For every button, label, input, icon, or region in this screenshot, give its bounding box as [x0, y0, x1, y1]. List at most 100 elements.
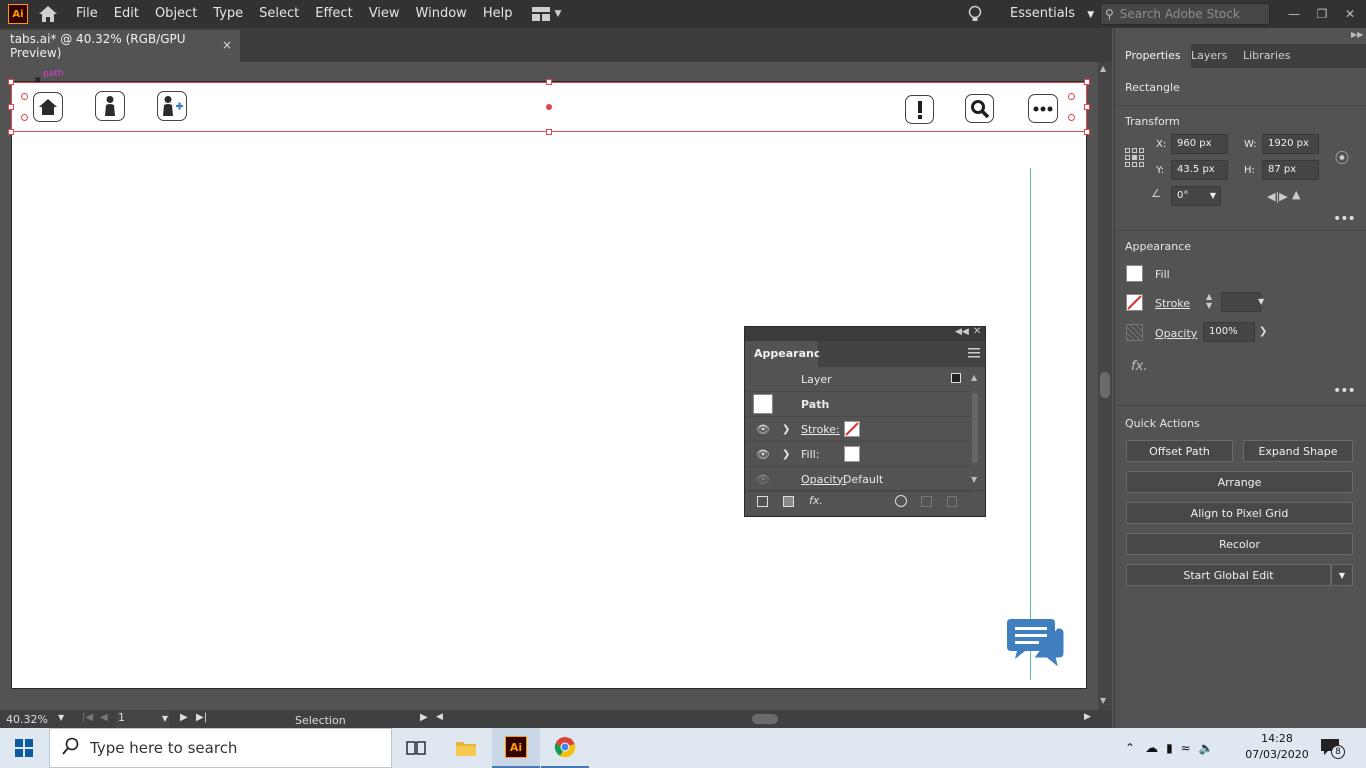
collapse-panel-icon[interactable]: ◀◀ — [955, 327, 969, 337]
handle-middle-right[interactable] — [1084, 104, 1090, 110]
handle-middle-left[interactable] — [8, 104, 14, 110]
prev-artboard-icon[interactable]: ◀ — [100, 712, 108, 723]
next-artboard-icon[interactable]: ▶ — [180, 712, 188, 723]
chrome-icon[interactable] — [541, 728, 589, 768]
menu-file[interactable]: File — [68, 0, 106, 28]
handle-top-right[interactable] — [1084, 79, 1090, 85]
fx-icon[interactable]: fx. — [1131, 359, 1147, 374]
expand-shape-button[interactable]: Expand Shape — [1243, 440, 1353, 462]
panel-menu-icon[interactable] — [968, 347, 980, 361]
menu-select[interactable]: Select — [251, 0, 307, 28]
w-field[interactable]: 1920 px — [1262, 134, 1319, 154]
volume-icon[interactable]: 🔈 — [1199, 741, 1214, 755]
handle-top-left[interactable] — [8, 79, 14, 85]
menu-object[interactable]: Object — [147, 0, 205, 28]
appearance-panel[interactable]: ◀◀ ✕ Appearance Layer Path 👁 ❯ Stroke: 👁… — [744, 326, 986, 517]
panel-scrollbar[interactable]: ▲ ▼ — [971, 373, 981, 485]
task-view-icon[interactable] — [392, 728, 440, 768]
alert-tab-icon[interactable] — [905, 95, 934, 124]
user-tab-icon[interactable] — [95, 91, 125, 121]
menu-window[interactable]: Window — [408, 0, 475, 28]
y-field[interactable]: 43.5 px — [1171, 160, 1228, 180]
wifi-icon[interactable]: ≈ — [1181, 741, 1191, 755]
scroll-right-icon[interactable]: ▶ — [1084, 712, 1091, 722]
layer-target-icon[interactable] — [951, 373, 961, 383]
opacity-field[interactable]: 100% — [1203, 322, 1255, 342]
h-field[interactable]: 87 px — [1262, 160, 1319, 180]
stroke-row[interactable]: 👁 ❯ Stroke: — [745, 417, 971, 442]
offset-path-button[interactable]: Offset Path — [1126, 440, 1233, 462]
opacity-row[interactable]: 👁 Opacity: Default — [745, 467, 971, 492]
more-options-icon[interactable]: ••• — [1333, 383, 1356, 399]
status-menu-icon[interactable]: ▶ — [420, 712, 428, 723]
rotate-field[interactable]: 0° ▼ — [1171, 186, 1221, 206]
eye-icon[interactable]: 👁 — [756, 423, 770, 436]
corner-widget[interactable] — [1068, 93, 1075, 100]
fill-swatch[interactable] — [1126, 265, 1143, 282]
x-field[interactable]: 960 px — [1171, 134, 1228, 154]
chevron-down-icon[interactable]: ▼ — [1210, 187, 1216, 205]
more-options-icon[interactable]: ••• — [1333, 211, 1356, 227]
arrange-documents-icon[interactable]: ▼ — [532, 7, 561, 21]
start-global-edit-button[interactable]: Start Global Edit — [1126, 564, 1331, 586]
tab-layers[interactable]: Layers — [1181, 44, 1237, 68]
opacity-label[interactable]: Opacity: — [801, 473, 846, 486]
panel-collapse-icon[interactable]: ▶▶ — [1351, 30, 1363, 39]
taskbar-search-box[interactable]: Type here to search — [49, 728, 392, 768]
corner-widget[interactable] — [21, 93, 28, 100]
chevron-right-icon[interactable]: ❯ — [782, 449, 790, 460]
scroll-left-icon[interactable]: ◀ — [436, 712, 443, 722]
illustrator-taskbar-icon[interactable]: Ai — [492, 728, 540, 768]
close-window-button[interactable]: ✕ — [1336, 0, 1364, 28]
eye-icon[interactable]: 👁 — [756, 473, 770, 486]
recolor-button[interactable]: Recolor — [1126, 533, 1353, 555]
last-artboard-icon[interactable]: ▶| — [196, 712, 207, 723]
stroke-swatch[interactable] — [1126, 294, 1143, 311]
fill-swatch[interactable] — [844, 446, 860, 462]
chevron-down-icon[interactable]: ▼ — [1258, 297, 1264, 306]
menu-type[interactable]: Type — [205, 0, 251, 28]
chevron-up-icon[interactable]: ⌃ — [1125, 741, 1135, 755]
tab-libraries[interactable]: Libraries — [1233, 44, 1301, 68]
chevron-down-icon[interactable]: ▼ — [162, 714, 168, 723]
path-row[interactable]: Path — [745, 392, 971, 417]
corner-widget[interactable] — [1068, 114, 1075, 121]
chevron-right-icon[interactable]: ❯ — [1259, 326, 1267, 337]
add-user-tab-icon[interactable] — [157, 91, 187, 121]
stock-search-input[interactable]: ⚲ Search Adobe Stock — [1100, 3, 1270, 25]
add-effect-icon[interactable]: fx. — [809, 494, 823, 507]
home-icon[interactable] — [28, 0, 68, 28]
lightbulb-icon[interactable] — [967, 5, 983, 26]
first-artboard-icon[interactable]: |◀ — [82, 712, 93, 723]
align-to-pixel-grid-button[interactable]: Align to Pixel Grid — [1126, 502, 1353, 524]
stroke-label[interactable]: Stroke — [1155, 297, 1190, 310]
constrain-proportions-icon[interactable]: ⦿ — [1335, 148, 1349, 168]
menu-view[interactable]: View — [361, 0, 408, 28]
zoom-field[interactable]: 40.32% ▼ — [6, 713, 64, 726]
stroke-label[interactable]: Stroke: — [801, 423, 840, 436]
horizontal-scroll-thumb[interactable] — [752, 714, 778, 724]
eye-icon[interactable]: 👁 — [756, 448, 770, 461]
minimize-button[interactable]: — — [1280, 0, 1308, 28]
chevron-down-icon[interactable]: ▼ — [58, 713, 64, 722]
home-tab-icon[interactable] — [33, 92, 63, 122]
file-explorer-icon[interactable] — [442, 728, 490, 768]
scroll-down-icon[interactable]: ▼ — [971, 475, 977, 484]
panel-tab-appearance[interactable]: Appearance — [745, 341, 828, 367]
opacity-label[interactable]: Opacity — [1155, 327, 1197, 340]
menu-help[interactable]: Help — [475, 0, 521, 28]
fill-row[interactable]: 👁 ❯ Fill: — [745, 442, 971, 467]
scroll-down-icon[interactable]: ▼ — [1100, 696, 1106, 705]
stroke-weight-field[interactable] — [1221, 292, 1261, 312]
search-tab-icon[interactable] — [965, 94, 994, 123]
fill-label[interactable]: Fill: — [801, 448, 819, 461]
duplicate-item-icon[interactable] — [921, 496, 932, 507]
tab-properties[interactable]: Properties — [1115, 44, 1191, 68]
stroke-weight-stepper[interactable]: ▲ ▼ — [1206, 292, 1218, 312]
close-tab-icon[interactable]: × — [222, 38, 232, 52]
chevron-right-icon[interactable]: ❯ — [782, 424, 790, 435]
close-panel-icon[interactable]: ✕ — [973, 326, 981, 337]
notifications-icon[interactable]: 8 — [1320, 738, 1345, 761]
more-tab-icon[interactable] — [1028, 94, 1058, 123]
scroll-thumb[interactable] — [972, 393, 978, 463]
